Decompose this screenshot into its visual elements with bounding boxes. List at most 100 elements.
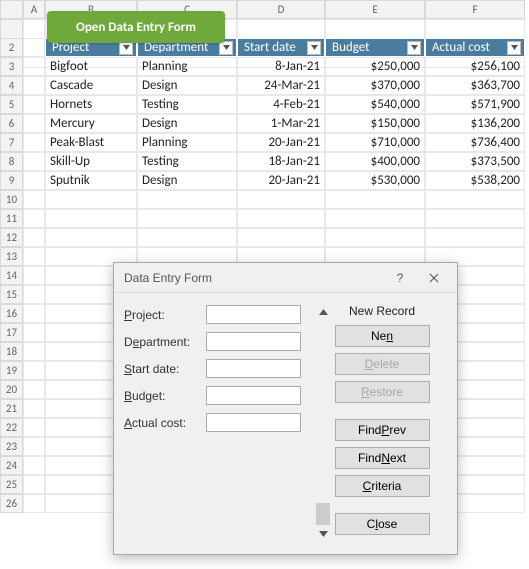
cell[interactable] <box>23 361 45 380</box>
row-header-19[interactable]: 19 <box>0 361 23 380</box>
row-header-6[interactable]: 6 <box>0 114 23 133</box>
cell[interactable] <box>23 418 45 437</box>
cell[interactable] <box>23 171 45 190</box>
table-cell[interactable]: $400,000 <box>325 152 425 171</box>
budget-input[interactable] <box>206 386 301 405</box>
table-cell[interactable]: $256,100 <box>425 57 525 76</box>
cell[interactable] <box>23 475 45 494</box>
table-cell[interactable]: 1-Mar-21 <box>237 114 325 133</box>
project-input[interactable] <box>206 305 301 324</box>
row-header-2[interactable]: 2 <box>0 38 23 57</box>
table-cell[interactable]: 8-Jan-21 <box>237 57 325 76</box>
cell[interactable] <box>23 494 45 513</box>
dialog-help-button[interactable]: ? <box>383 266 417 290</box>
scroll-down-icon[interactable] <box>316 527 330 541</box>
cell[interactable] <box>23 342 45 361</box>
column-header-D[interactable]: D <box>237 0 325 19</box>
row-header-20[interactable]: 20 <box>0 380 23 399</box>
table-cell[interactable]: Planning <box>137 57 237 76</box>
cell[interactable] <box>23 323 45 342</box>
table-cell[interactable]: 20-Jan-21 <box>237 133 325 152</box>
table-cell[interactable]: $710,000 <box>325 133 425 152</box>
row-header-13[interactable]: 13 <box>0 247 23 266</box>
cell[interactable] <box>23 114 45 133</box>
table-cell[interactable]: $136,200 <box>425 114 525 133</box>
filter-dropdown-icon[interactable] <box>307 41 321 55</box>
record-scrollbar[interactable] <box>312 301 334 541</box>
row-header-4[interactable]: 4 <box>0 76 23 95</box>
table-header-actual-cost[interactable]: Actual cost <box>425 38 525 57</box>
cell[interactable] <box>137 209 237 228</box>
cell[interactable] <box>23 57 45 76</box>
cell[interactable] <box>23 228 45 247</box>
cell[interactable] <box>23 76 45 95</box>
row-header-7[interactable]: 7 <box>0 133 23 152</box>
table-cell[interactable]: Skill-Up <box>45 152 137 171</box>
table-cell[interactable]: 24-Mar-21 <box>237 76 325 95</box>
table-cell[interactable]: Testing <box>137 95 237 114</box>
cell[interactable] <box>425 209 525 228</box>
cell[interactable] <box>237 209 325 228</box>
row-header-9[interactable]: 9 <box>0 171 23 190</box>
cell[interactable] <box>45 209 137 228</box>
table-cell[interactable]: $363,700 <box>425 76 525 95</box>
row-header-14[interactable]: 14 <box>0 266 23 285</box>
row-header-18[interactable]: 18 <box>0 342 23 361</box>
row-header-16[interactable]: 16 <box>0 304 23 323</box>
table-cell[interactable]: $250,000 <box>325 57 425 76</box>
cell[interactable] <box>23 95 45 114</box>
row-header-5[interactable]: 5 <box>0 95 23 114</box>
cell[interactable] <box>23 380 45 399</box>
scroll-thumb[interactable] <box>316 503 330 525</box>
actual-cost-input[interactable] <box>206 413 301 432</box>
row-header-21[interactable]: 21 <box>0 399 23 418</box>
cell[interactable] <box>45 228 137 247</box>
row-header-10[interactable]: 10 <box>0 190 23 209</box>
table-cell[interactable]: $540,000 <box>325 95 425 114</box>
row-header-11[interactable]: 11 <box>0 209 23 228</box>
table-cell[interactable]: $538,200 <box>425 171 525 190</box>
cell[interactable] <box>23 209 45 228</box>
cell[interactable] <box>23 38 45 57</box>
column-header-E[interactable]: E <box>325 0 425 19</box>
cell[interactable] <box>137 190 237 209</box>
cell[interactable] <box>137 228 237 247</box>
column-header-F[interactable]: F <box>425 0 525 19</box>
row-header-24[interactable]: 24 <box>0 456 23 475</box>
cell[interactable] <box>23 266 45 285</box>
table-cell[interactable]: Design <box>137 76 237 95</box>
table-cell[interactable]: Testing <box>137 152 237 171</box>
cell[interactable] <box>23 133 45 152</box>
table-header-budget[interactable]: Budget <box>325 38 425 57</box>
close-button[interactable]: Close <box>335 513 430 535</box>
start-date-input[interactable] <box>206 359 301 378</box>
find-prev-button[interactable]: Find Prev <box>335 419 430 441</box>
row-header-12[interactable]: 12 <box>0 228 23 247</box>
table-cell[interactable]: Planning <box>137 133 237 152</box>
row-header-26[interactable]: 26 <box>0 494 23 513</box>
table-cell[interactable]: Hornets <box>45 95 137 114</box>
table-cell[interactable]: 18-Jan-21 <box>237 152 325 171</box>
table-cell[interactable]: $150,000 <box>325 114 425 133</box>
table-cell[interactable]: $370,000 <box>325 76 425 95</box>
cell[interactable] <box>23 247 45 266</box>
table-cell[interactable]: 20-Jan-21 <box>237 171 325 190</box>
cell[interactable] <box>23 152 45 171</box>
cell[interactable] <box>325 190 425 209</box>
row-header-23[interactable]: 23 <box>0 437 23 456</box>
cell[interactable] <box>23 456 45 475</box>
open-data-entry-form-button[interactable]: Open Data Entry Form <box>47 11 225 43</box>
filter-dropdown-icon[interactable] <box>407 41 421 55</box>
find-next-button[interactable]: Find Next <box>335 447 430 469</box>
table-cell[interactable]: $736,400 <box>425 133 525 152</box>
row-header-15[interactable]: 15 <box>0 285 23 304</box>
cell[interactable] <box>425 190 525 209</box>
cell[interactable] <box>23 437 45 456</box>
cell[interactable] <box>23 285 45 304</box>
department-input[interactable] <box>206 332 301 351</box>
cell[interactable] <box>425 228 525 247</box>
table-cell[interactable]: Peak-Blast <box>45 133 137 152</box>
select-all-cell[interactable] <box>0 0 23 19</box>
new-button[interactable]: NeN <box>335 325 430 347</box>
cell[interactable] <box>45 190 137 209</box>
